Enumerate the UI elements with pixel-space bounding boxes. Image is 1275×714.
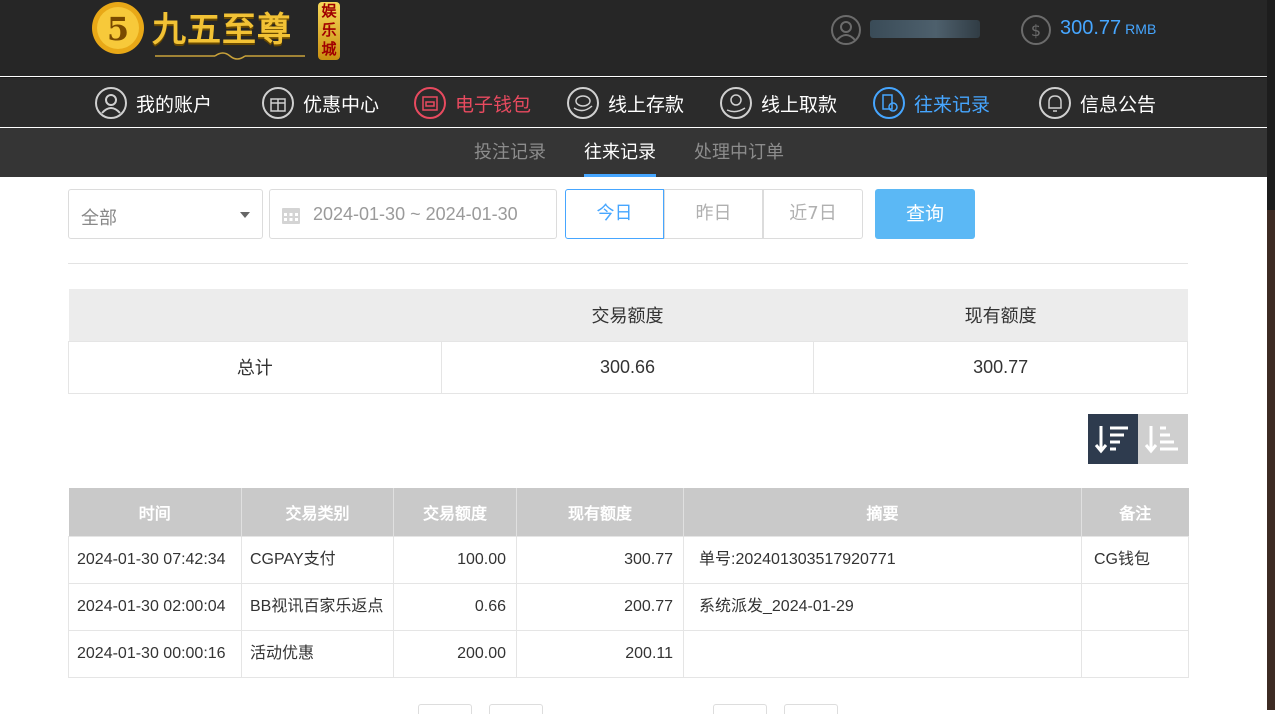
nav-item-announcements[interactable]: 信息公告 bbox=[1038, 78, 1156, 128]
cell-type: CGPAY支付 bbox=[241, 535, 394, 584]
calendar-icon bbox=[282, 208, 300, 224]
cell-amount: 0.66 bbox=[393, 582, 517, 631]
user-icon bbox=[831, 15, 861, 45]
sort-desc-icon bbox=[1094, 426, 1128, 454]
records-icon bbox=[873, 87, 905, 119]
svg-text:$: $ bbox=[1031, 21, 1041, 40]
scrollbar-thumb[interactable] bbox=[1267, 0, 1275, 210]
pager-last-button[interactable] bbox=[784, 704, 838, 714]
range-today-button[interactable]: 今日 bbox=[565, 189, 664, 239]
tab-pending-orders[interactable]: 处理中订单 bbox=[694, 128, 784, 177]
nav-label: 电子钱包 bbox=[455, 93, 532, 116]
col-header-summary: 摘要 bbox=[683, 488, 1082, 536]
col-header-type: 交易类别 bbox=[241, 488, 394, 536]
cell-note: CG钱包 bbox=[1081, 535, 1189, 584]
nav-item-records[interactable]: 往来记录 bbox=[872, 78, 990, 128]
cell-time: 2024-01-30 02:00:04 bbox=[68, 582, 242, 631]
cell-balance: 300.77 bbox=[516, 535, 684, 584]
type-select-value: 全部 bbox=[81, 208, 117, 229]
svg-text:5: 5 bbox=[107, 10, 129, 48]
table-row: 2024-01-30 02:00:04 BB视讯百家乐返点 0.66 200.7… bbox=[68, 582, 1189, 631]
cell-time: 2024-01-30 07:42:34 bbox=[68, 535, 242, 584]
pager-next-button[interactable] bbox=[713, 704, 767, 714]
nav-label: 优惠中心 bbox=[303, 93, 380, 116]
nav-item-deposit[interactable]: 线上存款 bbox=[566, 78, 684, 128]
tab-bet-records[interactable]: 投注记录 bbox=[474, 128, 546, 177]
cell-balance: 200.11 bbox=[516, 629, 684, 678]
nav-item-promotions[interactable]: 优惠中心 bbox=[261, 78, 379, 128]
cell-type: BB视讯百家乐返点 bbox=[241, 582, 394, 631]
wallet-icon bbox=[414, 87, 446, 119]
records-table: 时间 交易类别 交易额度 现有额度 摘要 备注 2024-01-30 07:42… bbox=[68, 488, 1189, 678]
tab-transaction-records[interactable]: 往来记录 bbox=[584, 128, 656, 177]
balance-amount: 300.77 RMB bbox=[1060, 17, 1157, 39]
sort-asc-icon bbox=[1144, 426, 1178, 454]
summary-trade-amount: 300.66 bbox=[440, 340, 815, 394]
pager-first-button[interactable] bbox=[418, 704, 472, 714]
logo-badge: 娱乐城 bbox=[318, 2, 340, 60]
cell-time: 2024-01-30 00:00:16 bbox=[68, 629, 242, 678]
cell-summary: 单号:202401303517920771 bbox=[683, 535, 1082, 584]
main-nav: 我的账户 优惠中心 电子钱包 线上存款 线上取款 往来记录 信息公告 bbox=[0, 77, 1275, 127]
withdraw-icon bbox=[720, 87, 752, 119]
pager-prev-button[interactable] bbox=[489, 704, 543, 714]
cell-type: 活动优惠 bbox=[241, 629, 394, 678]
nav-label: 信息公告 bbox=[1080, 93, 1157, 116]
sort-descending-button[interactable] bbox=[1088, 414, 1138, 464]
range-yesterday-button[interactable]: 昨日 bbox=[664, 189, 763, 239]
cell-summary: 系统派发_2024-01-29 bbox=[683, 582, 1082, 631]
logo-emblem-icon: 5 bbox=[92, 2, 144, 54]
divider bbox=[68, 263, 1188, 264]
chevron-down-icon bbox=[240, 212, 250, 218]
sort-ascending-button[interactable] bbox=[1138, 414, 1188, 464]
nav-label: 往来记录 bbox=[914, 93, 991, 116]
type-select[interactable]: 全部 bbox=[68, 189, 263, 239]
date-range-input[interactable]: 2024-01-30 ~ 2024-01-30 bbox=[269, 189, 557, 239]
cell-balance: 200.77 bbox=[516, 582, 684, 631]
date-range-value: 2024-01-30 ~ 2024-01-30 bbox=[313, 204, 518, 224]
summary-table: 交易额度 现有额度 总计 300.66 300.77 bbox=[68, 289, 1188, 394]
nav-item-withdraw[interactable]: 线上取款 bbox=[719, 78, 837, 128]
nav-item-e-wallet[interactable]: 电子钱包 bbox=[413, 78, 531, 128]
deposit-icon bbox=[567, 87, 599, 119]
page-edge-strip bbox=[1267, 0, 1275, 710]
gift-icon bbox=[262, 87, 294, 119]
col-header-balance: 现有额度 bbox=[516, 488, 684, 536]
col-header-note: 备注 bbox=[1081, 488, 1189, 536]
nav-label: 我的账户 bbox=[136, 93, 213, 116]
user-circle-icon bbox=[95, 87, 127, 119]
username-redacted bbox=[870, 20, 980, 38]
nav-label: 线上取款 bbox=[761, 93, 838, 116]
summary-header-blank bbox=[68, 289, 442, 341]
cell-note bbox=[1081, 582, 1189, 631]
nav-item-my-account[interactable]: 我的账户 bbox=[94, 78, 212, 128]
bell-icon bbox=[1039, 87, 1071, 119]
top-header: 5 九五至尊 娱乐城 $ 300.77 RMB bbox=[0, 0, 1275, 76]
summary-current-amount: 300.77 bbox=[813, 340, 1188, 394]
range-7days-button[interactable]: 近7日 bbox=[763, 189, 863, 239]
cell-amount: 100.00 bbox=[393, 535, 517, 584]
cell-note bbox=[1081, 629, 1189, 678]
sub-nav: 投注记录 往来记录 处理中订单 bbox=[0, 128, 1275, 177]
dollar-icon: $ bbox=[1021, 15, 1051, 45]
balance-unit: RMB bbox=[1125, 21, 1157, 37]
cell-amount: 200.00 bbox=[393, 629, 517, 678]
summary-total-label: 总计 bbox=[68, 340, 442, 394]
col-header-amount: 交易额度 bbox=[393, 488, 517, 536]
summary-header-current: 现有额度 bbox=[813, 289, 1188, 341]
cell-summary bbox=[683, 629, 1082, 678]
site-logo[interactable]: 5 九五至尊 娱乐城 bbox=[90, 0, 345, 64]
summary-header-trade: 交易额度 bbox=[441, 289, 814, 341]
col-header-time: 时间 bbox=[68, 488, 242, 536]
table-row: 2024-01-30 00:00:16 活动优惠 200.00 200.11 bbox=[68, 629, 1189, 678]
query-button[interactable]: 查询 bbox=[875, 189, 975, 239]
logo-text: 九五至尊 bbox=[152, 10, 292, 50]
nav-label: 线上存款 bbox=[608, 93, 685, 116]
logo-ornament bbox=[155, 52, 305, 60]
table-row: 2024-01-30 07:42:34 CGPAY支付 100.00 300.7… bbox=[68, 535, 1189, 584]
